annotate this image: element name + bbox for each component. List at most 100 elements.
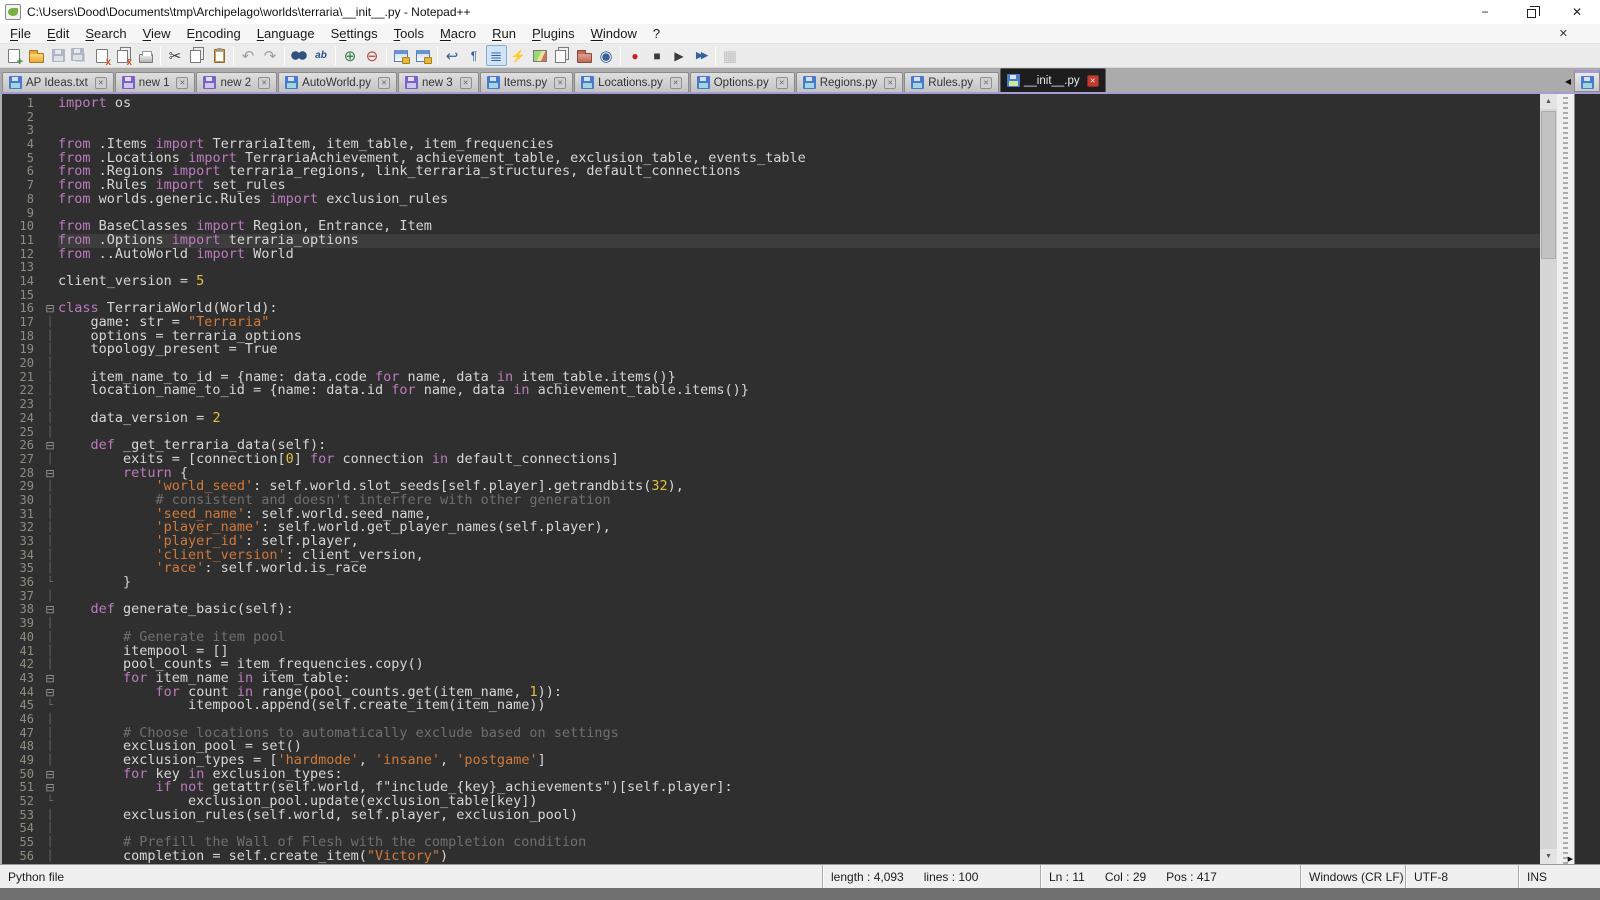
tab-autoworld-py[interactable]: AutoWorld.py✕	[278, 72, 397, 92]
tab-new-1[interactable]: new 1✕	[115, 72, 196, 92]
close-current-document-button[interactable]: ✕	[1555, 27, 1572, 40]
sync-vertical-scroll-button[interactable]	[391, 45, 412, 66]
scroll-up-arrow[interactable]: ▲	[1540, 94, 1557, 109]
code-line[interactable]: 35│ 'race': self.world.is_race	[2, 562, 1540, 576]
tab-locations-py[interactable]: Locations.py✕	[574, 72, 689, 92]
cut-button[interactable]: ✂	[165, 45, 186, 66]
paste-button[interactable]	[209, 45, 230, 66]
menu-macro[interactable]: Macro	[432, 24, 484, 43]
tab-close-icon[interactable]: ✕	[1087, 75, 1099, 87]
menu-tools[interactable]: Tools	[386, 24, 432, 43]
macro-save-button[interactable]: ▦	[720, 45, 741, 66]
menu-window[interactable]: Window	[583, 24, 645, 43]
code-line[interactable]: 14client_version = 5	[2, 275, 1540, 289]
tab-close-icon[interactable]: ✕	[884, 77, 896, 89]
tab-close-icon[interactable]: ✕	[980, 77, 992, 89]
monitoring-button[interactable]: ◉	[596, 45, 617, 66]
macro-record-button[interactable]: ●	[625, 45, 646, 66]
code-line[interactable]: 22│ location_name_to_id = {name: data.id…	[2, 384, 1540, 398]
tab-close-icon[interactable]: ✕	[176, 77, 188, 89]
find-button[interactable]	[289, 45, 310, 66]
save-button[interactable]	[48, 45, 69, 66]
zoom-in-button[interactable]: ⊕	[340, 45, 361, 66]
code-line[interactable]: 40│ # Generate item pool	[2, 631, 1540, 645]
menu-search[interactable]: Search	[77, 24, 134, 43]
word-wrap-button[interactable]: ↩	[442, 45, 463, 66]
replace-button[interactable]: ab	[311, 45, 332, 66]
code-line[interactable]: 12from ..AutoWorld import World	[2, 248, 1540, 262]
menu-settings[interactable]: Settings	[323, 24, 386, 43]
close-document-button[interactable]	[92, 45, 113, 66]
code-line[interactable]: 1import os	[2, 97, 1540, 111]
status-typing-mode[interactable]: INS	[1518, 865, 1600, 888]
show-indent-guide-button[interactable]: ≣	[486, 45, 507, 66]
tab-close-icon[interactable]: ✕	[460, 77, 472, 89]
code-line[interactable]: 27│ exits = [connection[0] for connectio…	[2, 453, 1540, 467]
code-line[interactable]: 36└ }	[2, 576, 1540, 590]
fold-marker[interactable]: ⊟	[42, 781, 58, 795]
fold-marker[interactable]: ⊟	[42, 439, 58, 453]
scroll-down-arrow[interactable]: ▼	[1540, 849, 1557, 864]
tab-new-2[interactable]: new 2✕	[196, 72, 277, 92]
zoom-out-button[interactable]: ⊖	[362, 45, 383, 66]
tab-close-icon[interactable]: ✕	[378, 77, 390, 89]
tab-new-3[interactable]: new 3✕	[398, 72, 479, 92]
tab-close-icon[interactable]: ✕	[258, 77, 270, 89]
editor[interactable]: 1import os234from .Items import Terraria…	[0, 94, 1540, 864]
undo-button[interactable]: ↶	[238, 45, 259, 66]
document-map-button[interactable]	[530, 45, 551, 66]
tab-close-icon[interactable]: ✕	[554, 77, 566, 89]
scrollbar-thumb[interactable]	[1541, 111, 1556, 259]
menu-view[interactable]: View	[135, 24, 179, 43]
code-line[interactable]: 13	[2, 261, 1540, 275]
minimize-button[interactable]: −	[1462, 0, 1508, 24]
tab-options-py[interactable]: Options.py✕	[690, 72, 795, 92]
fold-marker[interactable]: ⊟	[42, 302, 58, 316]
menu-run[interactable]: Run	[484, 24, 524, 43]
vertical-scrollbar[interactable]: ▲ ▼	[1540, 94, 1557, 864]
fold-marker[interactable]: ⊟	[42, 768, 58, 782]
tab-close-icon[interactable]: ✕	[95, 77, 107, 89]
tab-close-icon[interactable]: ✕	[776, 77, 788, 89]
menu-edit[interactable]: Edit	[39, 24, 77, 43]
close-all-documents-button[interactable]	[114, 45, 135, 66]
tab-__init__-py[interactable]: __init__.py✕	[1000, 68, 1106, 92]
code-line[interactable]: 8from worlds.generic.Rules import exclus…	[2, 193, 1540, 207]
redo-button[interactable]: ↷	[260, 45, 281, 66]
menu-language[interactable]: Language	[249, 24, 323, 43]
fold-marker[interactable]: ⊟	[42, 686, 58, 700]
copy-button[interactable]	[187, 45, 208, 66]
macro-run-multiple-button[interactable]: ▶▶	[691, 45, 712, 66]
menu-help[interactable]: ?	[645, 24, 668, 43]
code-line[interactable]: 53│ exclusion_rules(self.world, self.pla…	[2, 809, 1540, 823]
status-encoding[interactable]: UTF-8	[1405, 865, 1518, 888]
code-line[interactable]: 56│ completion = self.create_item("Victo…	[2, 850, 1540, 864]
secondary-view-tab[interactable]	[1574, 70, 1600, 92]
code-line[interactable]: 38⊟ def generate_basic(self):	[2, 603, 1540, 617]
status-eol-format[interactable]: Windows (CR LF)	[1300, 865, 1405, 888]
tab-regions-py[interactable]: Regions.py✕	[796, 72, 904, 92]
code-line[interactable]: 24│ data_version = 2	[2, 412, 1540, 426]
print-button[interactable]	[136, 45, 157, 66]
folder-as-workspace-button[interactable]	[574, 45, 595, 66]
menu-file[interactable]: File	[2, 24, 39, 43]
tab-close-icon[interactable]: ✕	[670, 77, 682, 89]
function-list-button[interactable]: ⚡	[508, 45, 529, 66]
macro-play-button[interactable]: ▶	[669, 45, 690, 66]
menu-plugins[interactable]: Plugins	[524, 24, 583, 43]
tab-ap-ideas-txt[interactable]: AP Ideas.txt✕	[2, 72, 114, 92]
code-line[interactable]: 19│ topology_present = True	[2, 343, 1540, 357]
tab-rules-py[interactable]: Rules.py✕	[904, 72, 999, 92]
fold-marker[interactable]: ⊟	[42, 603, 58, 617]
code-line[interactable]: 45└ itempool.append(self.create_item(ite…	[2, 699, 1540, 713]
document-list-button[interactable]	[552, 45, 573, 66]
tab-scroll-left-button[interactable]: ◀	[1562, 77, 1574, 92]
restore-button[interactable]	[1508, 0, 1554, 24]
fold-marker[interactable]: ⊟	[42, 467, 58, 481]
close-window-button[interactable]: ✕	[1554, 0, 1600, 24]
menu-encoding[interactable]: Encoding	[179, 24, 249, 43]
show-all-characters-button[interactable]: ¶	[464, 45, 485, 66]
macro-stop-button[interactable]: ■	[647, 45, 668, 66]
sync-horizontal-scroll-button[interactable]	[413, 45, 434, 66]
tab-items-py[interactable]: Items.py✕	[480, 72, 573, 92]
